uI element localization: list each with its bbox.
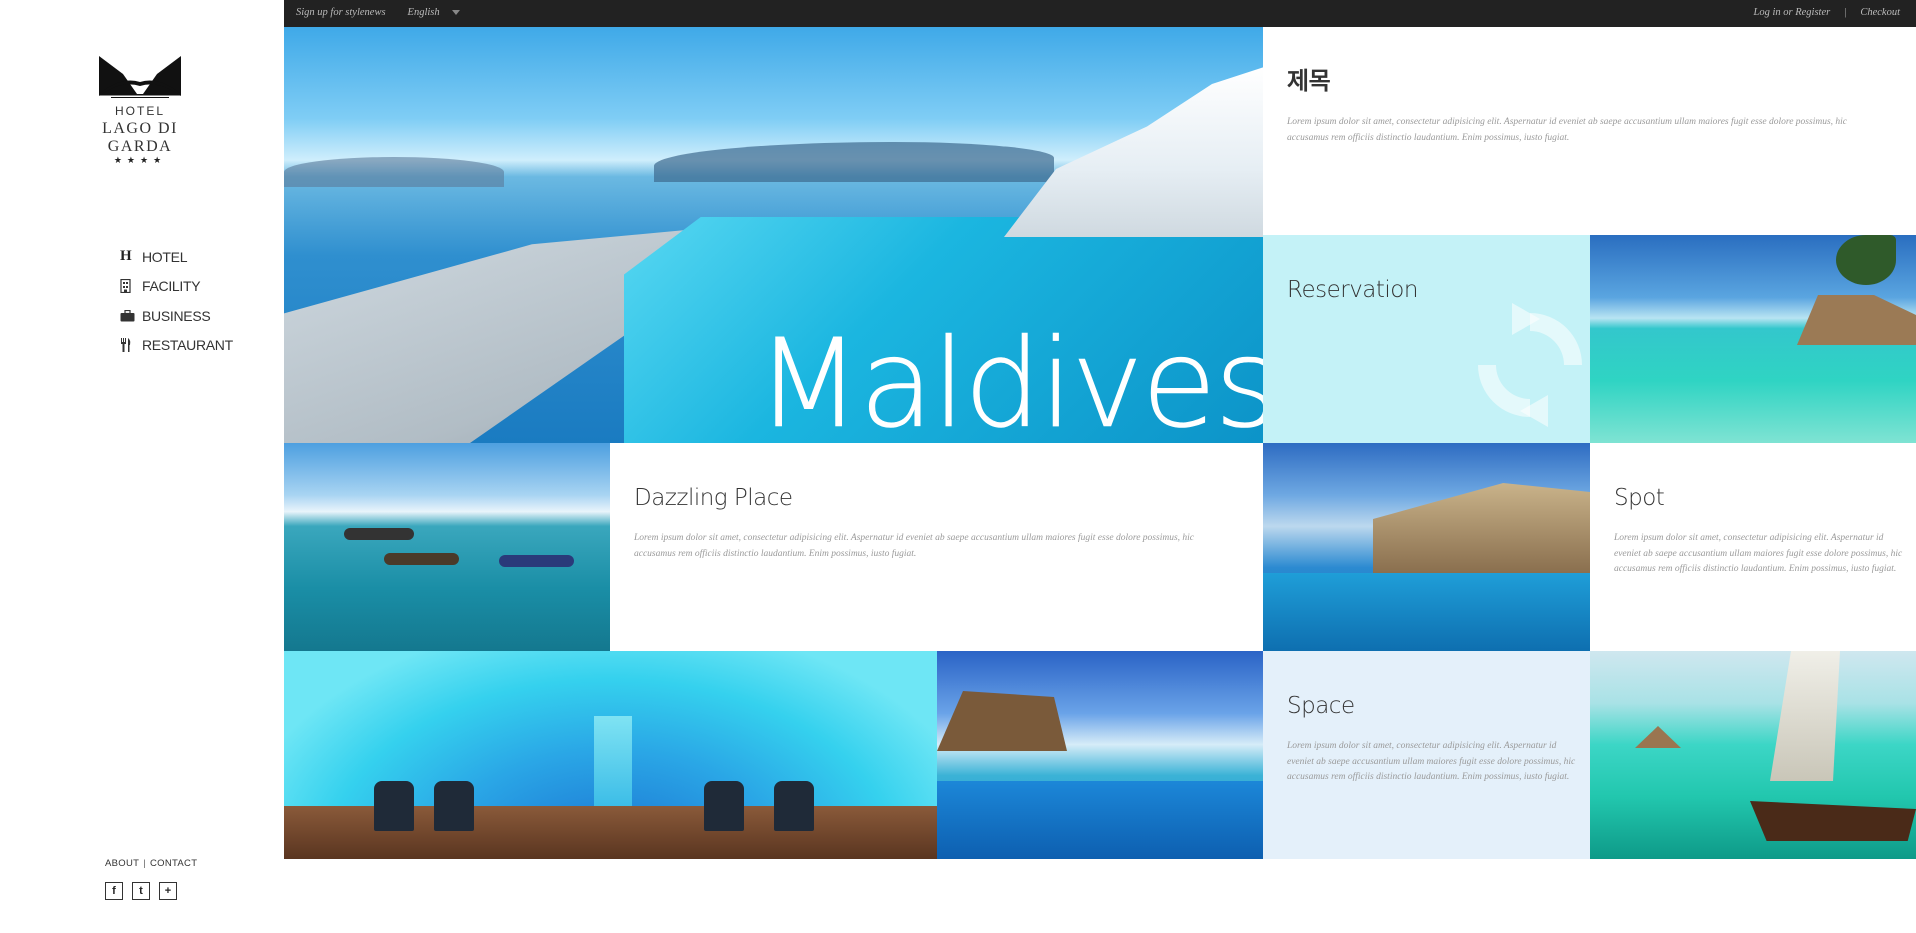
sidebar-footer-links: ABOUT | CONTACT xyxy=(105,858,197,869)
nav-item-business[interactable]: BUSINESS xyxy=(120,301,233,331)
chair xyxy=(704,781,744,831)
info-title: 제목 xyxy=(1287,67,1331,95)
image-pool-villa[interactable] xyxy=(937,651,1263,859)
thatched-roof xyxy=(937,691,1067,751)
nav-item-label: BUSINESS xyxy=(142,307,211,324)
building-icon xyxy=(120,279,142,294)
chair xyxy=(434,781,474,831)
reservation-tile[interactable]: Reservation xyxy=(1263,235,1590,443)
dazzling-title: Dazzling Place xyxy=(634,485,793,511)
spot-text: Lorem ipsum dolor sit amet, consectetur … xyxy=(1614,533,1903,574)
h-icon: H xyxy=(120,248,132,265)
sidebar: HOTEL LAGO DI GARDA ★★★★ H HOTEL FACILIT… xyxy=(0,0,284,933)
plus-icon[interactable]: + xyxy=(159,882,177,900)
info-text: Lorem ipsum dolor sit amet, consectetur … xyxy=(1287,117,1848,143)
info-tile: 제목 Lorem ipsum dolor sit amet, consectet… xyxy=(1263,27,1916,235)
dazzling-text: Lorem ipsum dolor sit amet, consectetur … xyxy=(634,533,1195,559)
lagoon-hut xyxy=(1635,726,1681,748)
spot-tile: Spot Lorem ipsum dolor sit amet, consect… xyxy=(1590,443,1916,651)
hero-image-pool[interactable]: Maldives xyxy=(284,27,1263,443)
image-underwater-restaurant[interactable] xyxy=(284,651,937,859)
villa-pool xyxy=(1263,573,1590,651)
checkout-link[interactable]: Checkout xyxy=(1860,7,1900,18)
hotel-logo[interactable]: HOTEL LAGO DI GARDA ★★★★ xyxy=(70,54,210,166)
reservation-title: Reservation xyxy=(1287,277,1418,303)
villa-building xyxy=(1373,483,1590,573)
space-text: Lorem ipsum dolor sit amet, consectetur … xyxy=(1287,741,1576,782)
tunnel-doorway xyxy=(594,716,632,816)
hero-brand-text: Maldives xyxy=(756,313,1263,443)
contact-link[interactable]: CONTACT xyxy=(150,858,197,869)
nav-item-restaurant[interactable]: RESTAURANT xyxy=(120,331,233,361)
sync-icon xyxy=(1478,303,1582,427)
image-swimmers[interactable] xyxy=(284,443,610,651)
swimmer xyxy=(384,553,459,565)
infinity-pool xyxy=(937,781,1263,859)
language-value: English xyxy=(407,7,440,18)
sidebar-nav: H HOTEL FACILITY BUSINESS RESTAURANT xyxy=(120,242,233,360)
logo-hotel-text: HOTEL xyxy=(114,104,165,118)
swimmer xyxy=(499,555,574,567)
nav-item-label: HOTEL xyxy=(142,248,188,265)
top-bar: Sign up for stylenews English Log in or … xyxy=(284,0,1916,27)
spot-title: Spot xyxy=(1614,485,1665,511)
image-sail-boat[interactable] xyxy=(1590,651,1916,859)
chair xyxy=(374,781,414,831)
fork-knife-icon xyxy=(120,338,142,353)
boat-hull xyxy=(1750,801,1916,841)
login-register-link[interactable]: Log in or Register xyxy=(1754,7,1831,18)
chevron-down-icon xyxy=(451,10,460,15)
about-link[interactable]: ABOUT xyxy=(105,858,139,869)
nav-item-label: RESTAURANT xyxy=(142,337,233,354)
swimmer xyxy=(344,528,414,540)
logo-mark-icon xyxy=(99,56,181,98)
facebook-icon[interactable]: f xyxy=(105,882,123,900)
briefcase-icon xyxy=(120,309,142,322)
dazzling-place-tile: Dazzling Place Lorem ipsum dolor sit ame… xyxy=(610,443,1263,651)
image-overwater-huts[interactable] xyxy=(1590,235,1916,443)
language-select[interactable]: English xyxy=(408,7,460,18)
hero-mountain xyxy=(654,142,1054,182)
twitter-icon[interactable]: t xyxy=(132,882,150,900)
space-tile: Space Lorem ipsum dolor sit amet, consec… xyxy=(1263,651,1590,859)
palm-tree xyxy=(1836,235,1896,285)
topbar-separator: | xyxy=(1844,7,1847,18)
content-bottom-space xyxy=(284,859,1916,933)
newsletter-link[interactable]: Sign up for stylenews xyxy=(296,7,386,18)
overwater-hut xyxy=(1797,295,1916,345)
nav-item-hotel[interactable]: H HOTEL xyxy=(120,242,233,272)
hero-island xyxy=(284,157,504,187)
image-villa-pool[interactable] xyxy=(1263,443,1590,651)
footer-separator: | xyxy=(143,858,147,869)
nav-item-facility[interactable]: FACILITY xyxy=(120,272,233,302)
chair xyxy=(774,781,814,831)
boat-sail xyxy=(1770,651,1840,781)
logo-name-text: LAGO DI GARDA xyxy=(102,120,178,155)
space-title: Space xyxy=(1287,693,1355,719)
social-links: f t + xyxy=(105,882,177,900)
logo-stars: ★★★★ xyxy=(113,156,167,166)
nav-item-label: FACILITY xyxy=(142,278,201,295)
